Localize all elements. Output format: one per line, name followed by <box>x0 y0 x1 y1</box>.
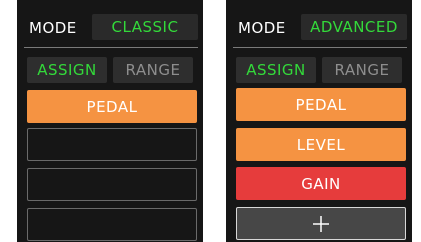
mode-label: MODE <box>29 19 77 37</box>
assign-slot-empty[interactable] <box>27 168 197 201</box>
assign-slot-empty[interactable] <box>27 128 197 161</box>
plus-icon <box>313 215 329 232</box>
assign-slot-level[interactable]: LEVEL <box>236 128 406 161</box>
tab-assign[interactable]: ASSIGN <box>27 57 107 83</box>
add-assignment-button[interactable] <box>236 207 406 240</box>
mode-row: MODE ADVANCED <box>226 0 412 46</box>
mode-selector[interactable]: CLASSIC <box>92 14 198 40</box>
assign-slot-pedal[interactable]: PEDAL <box>27 90 197 123</box>
divider <box>24 47 198 48</box>
classic-mode-panel: MODE CLASSIC ASSIGN RANGE PEDAL <box>17 0 203 242</box>
advanced-mode-panel: MODE ADVANCED ASSIGN RANGE PEDAL LEVEL G… <box>226 0 412 242</box>
tab-assign[interactable]: ASSIGN <box>236 57 316 83</box>
tab-range[interactable]: RANGE <box>322 57 402 83</box>
assign-slot-pedal[interactable]: PEDAL <box>236 88 406 121</box>
mode-selector[interactable]: ADVANCED <box>301 14 407 40</box>
mode-row: MODE CLASSIC <box>17 0 203 46</box>
assign-slot-empty[interactable] <box>27 208 197 241</box>
tab-range[interactable]: RANGE <box>113 57 193 83</box>
mode-label: MODE <box>238 19 286 37</box>
assign-slot-gain[interactable]: GAIN <box>236 167 406 200</box>
divider <box>233 47 407 48</box>
